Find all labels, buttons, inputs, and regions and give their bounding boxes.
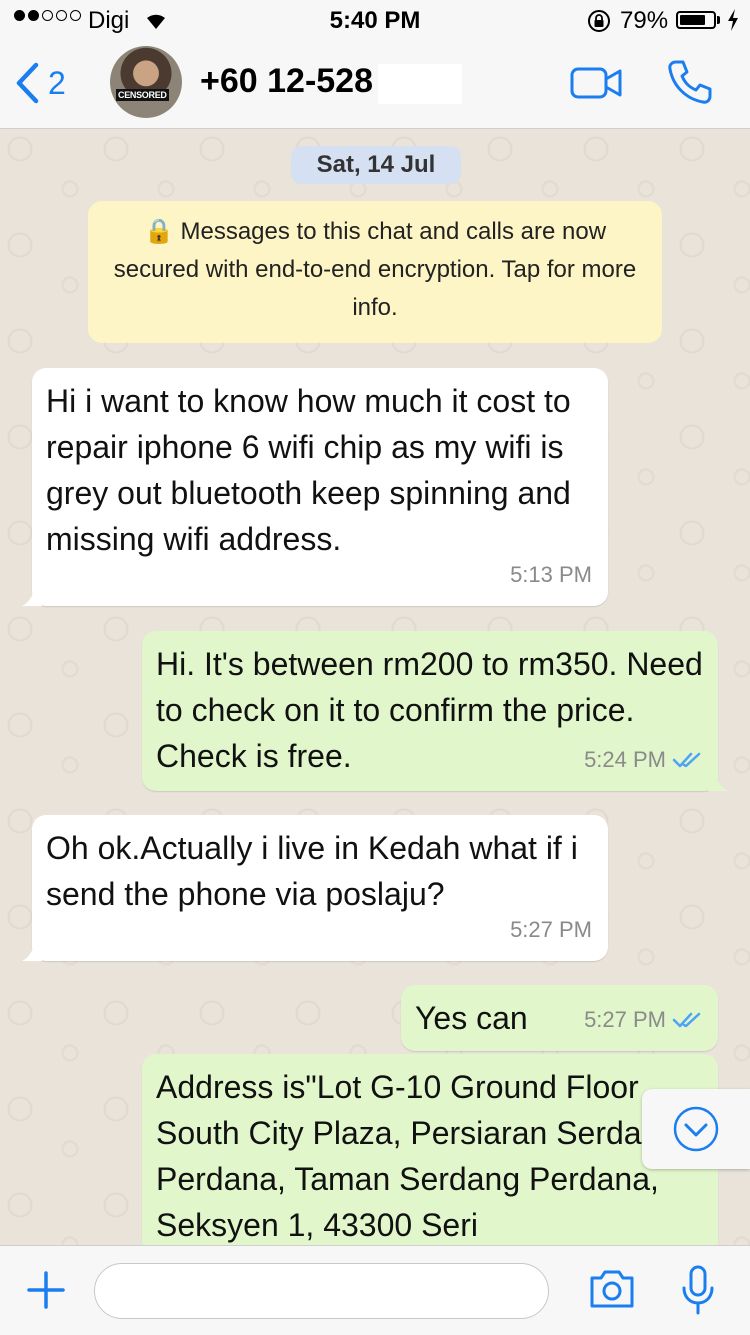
message-text: Oh ok.Actually i live in Kedah what if i… <box>46 830 578 912</box>
double-check-icon <box>672 752 701 768</box>
date-separator: Sat, 14 Jul <box>291 146 461 184</box>
message-input[interactable] <box>94 1263 549 1319</box>
back-button[interactable]: 2 <box>14 62 66 104</box>
avatar[interactable]: CENSORED <box>110 46 182 118</box>
contact-name[interactable]: +60 12-528 <box>200 62 373 101</box>
camera-button[interactable] <box>588 1268 636 1315</box>
bubble-tail <box>22 939 42 961</box>
message-outgoing[interactable]: Hi. It's between rm200 to rm350. Need to… <box>142 631 728 791</box>
orientation-lock-icon <box>586 9 612 40</box>
plus-icon <box>27 1271 65 1309</box>
avatar-censor-label: CENSORED <box>116 89 169 101</box>
chat-header: 2 CENSORED +60 12-528 <box>0 40 750 129</box>
message-meta: 5:13 PM <box>510 552 592 598</box>
voice-call-button[interactable] <box>666 58 714 111</box>
message-text: Address is"Lot G-10 Ground Floor South C… <box>156 1069 678 1243</box>
phone-call-icon <box>668 60 712 104</box>
message-time: 5:24 PM <box>584 747 666 772</box>
message-meta: 5:27 PM <box>510 907 592 953</box>
chat-messages[interactable]: Sat, 14 Jul 🔒 Messages to this chat and … <box>0 129 750 1245</box>
message-incoming[interactable]: Hi i want to know how much it cost to re… <box>22 368 608 606</box>
double-check-icon <box>672 1012 701 1028</box>
bubble-tail <box>22 584 42 606</box>
attach-button[interactable] <box>26 1270 66 1315</box>
message-meta: 5:27 PM <box>584 997 702 1043</box>
microphone-icon <box>682 1265 714 1315</box>
redaction-box <box>378 64 462 104</box>
scroll-to-bottom-button[interactable] <box>642 1089 750 1169</box>
scroll-down-icon <box>673 1106 719 1152</box>
message-outgoing[interactable]: Yes can 5:27 PM <box>401 985 718 1051</box>
message-text: Hi i want to know how much it cost to re… <box>46 383 571 557</box>
unread-count: 2 <box>48 64 66 101</box>
voice-message-button[interactable] <box>680 1264 716 1321</box>
back-chevron-icon <box>16 62 39 104</box>
video-call-button[interactable] <box>570 66 624 105</box>
message-composer <box>0 1245 750 1335</box>
charging-icon <box>726 8 740 39</box>
status-bar: Digi 5:40 PM 79% <box>0 0 750 40</box>
bubble-tail <box>708 769 728 791</box>
message-outgoing[interactable]: Address is"Lot G-10 Ground Floor South C… <box>142 1054 718 1245</box>
message-incoming[interactable]: Oh ok.Actually i live in Kedah what if i… <box>22 815 608 961</box>
camera-icon <box>590 1270 634 1308</box>
battery-icon <box>676 11 716 29</box>
message-time: 5:13 PM <box>510 562 592 587</box>
encryption-notice[interactable]: 🔒 Messages to this chat and calls are no… <box>88 201 662 343</box>
message-time: 5:27 PM <box>510 917 592 942</box>
battery-percent: 79% <box>620 7 669 34</box>
video-call-icon <box>570 67 622 99</box>
message-meta: 5:24 PM <box>584 737 702 783</box>
message-time: 5:27 PM <box>584 1007 666 1032</box>
battery-tip <box>717 16 720 24</box>
